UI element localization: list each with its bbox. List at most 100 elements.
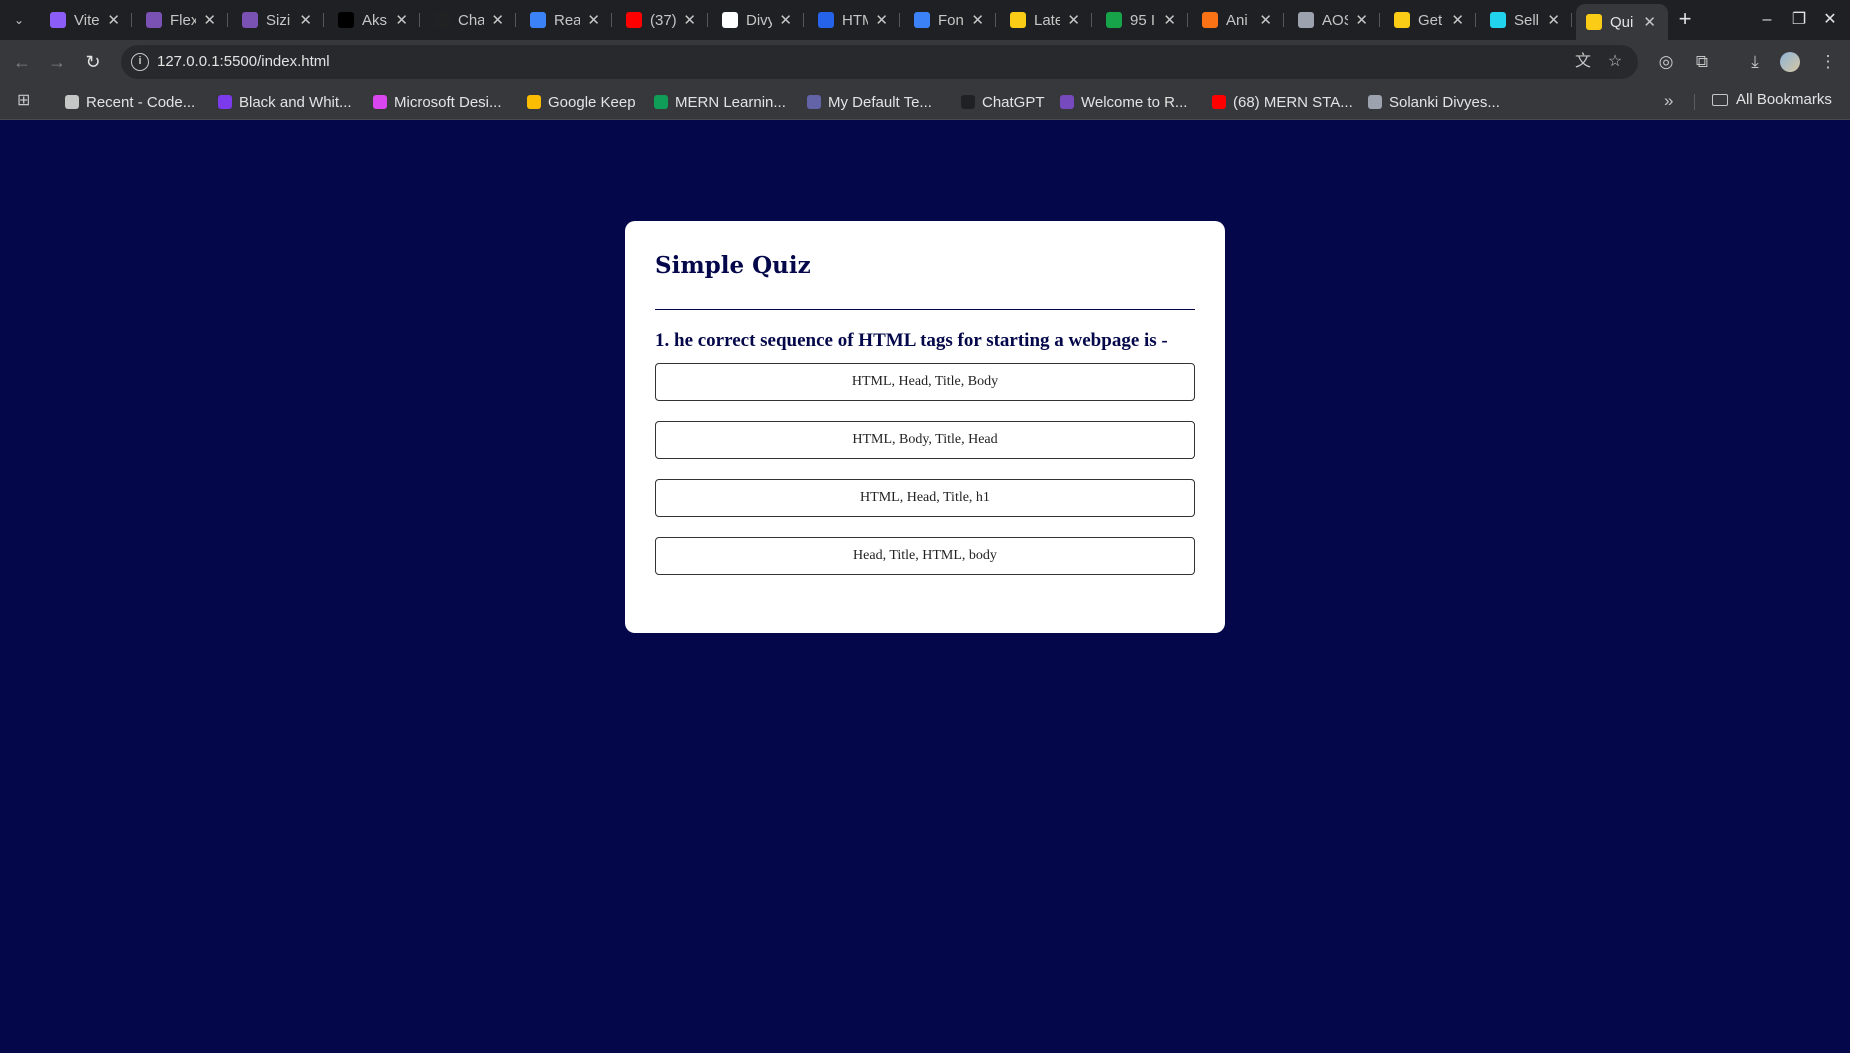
smiley-icon xyxy=(1394,12,1410,28)
browser-tab[interactable]: Sizi ✕ xyxy=(232,5,324,35)
tab-separator xyxy=(1091,13,1092,27)
close-tab-icon[interactable]: ✕ xyxy=(1355,11,1368,29)
browser-tab[interactable]: Ani ✕ xyxy=(1192,5,1284,35)
close-tab-icon[interactable]: ✕ xyxy=(1451,11,1464,29)
tab-separator xyxy=(1379,13,1380,27)
close-tab-icon[interactable]: ✕ xyxy=(779,11,792,29)
tab-title: Fon xyxy=(938,11,964,29)
browser-tab[interactable]: Aks ✕ xyxy=(328,5,420,35)
browser-tab[interactable]: Vite ✕ xyxy=(40,5,132,35)
vite-icon xyxy=(50,12,66,28)
tab-separator xyxy=(131,13,132,27)
answer-option[interactable]: HTML, Head, Title, Body xyxy=(655,363,1195,401)
address-bar[interactable]: i 127.0.0.1:5500/index.html 文 ☆ xyxy=(121,45,1638,79)
close-tab-icon[interactable]: ✕ xyxy=(203,11,216,29)
close-tab-icon[interactable]: ✕ xyxy=(1259,11,1272,29)
close-tab-icon[interactable]: ✕ xyxy=(395,11,408,29)
burst-icon xyxy=(1202,12,1218,28)
site-info-icon[interactable]: i xyxy=(131,53,149,71)
all-bookmarks-button[interactable]: All Bookmarks xyxy=(1712,91,1832,108)
minimize-icon[interactable]: – xyxy=(1755,8,1779,32)
teams-icon xyxy=(807,95,821,109)
extensions-puzzle-icon[interactable]: ⧉ xyxy=(1690,50,1714,74)
flag-icon xyxy=(914,12,930,28)
browser-tab[interactable]: HTM ✕ xyxy=(808,5,900,35)
answer-option[interactable]: Head, Title, HTML, body xyxy=(655,537,1195,575)
translate-icon[interactable]: 文 xyxy=(1573,52,1593,72)
canva-icon xyxy=(218,95,232,109)
globe-icon xyxy=(1298,12,1314,28)
close-tab-icon[interactable]: ✕ xyxy=(971,11,984,29)
restore-icon[interactable]: ❐ xyxy=(1787,8,1811,32)
bookmark-item[interactable]: Google Keep xyxy=(527,91,636,113)
close-window-icon[interactable]: ✕ xyxy=(1818,8,1842,32)
reload-button[interactable]: ↻ xyxy=(81,50,105,74)
bookmark-item[interactable]: Recent - Code... xyxy=(65,91,195,113)
chat-icon xyxy=(1010,12,1026,28)
tab-title: (37) xyxy=(650,11,676,29)
tab-title: Flex xyxy=(170,11,196,29)
designer-icon xyxy=(373,95,387,109)
close-tab-icon[interactable]: ✕ xyxy=(683,11,696,29)
close-tab-icon[interactable]: ✕ xyxy=(1163,11,1176,29)
close-tab-icon[interactable]: ✕ xyxy=(587,11,600,29)
tab-strip: ⌄ Vite ✕ Flex ✕ Sizi ✕ Aks ✕ Cha ✕ Rea ✕ (37) ✕ Divy ✕ H… xyxy=(0,0,1850,40)
tab-title: Rea xyxy=(554,11,580,29)
browser-tab[interactable]: Fon ✕ xyxy=(904,5,996,35)
bookmark-item[interactable]: Microsoft Desi... xyxy=(373,91,502,113)
bookmark-star-icon[interactable]: ☆ xyxy=(1605,52,1625,72)
answer-option[interactable]: HTML, Head, Title, h1 xyxy=(655,479,1195,517)
bookmark-item[interactable]: My Default Te... xyxy=(807,91,932,113)
close-tab-icon[interactable]: ✕ xyxy=(491,11,504,29)
apps-grid-icon[interactable]: ⊞ xyxy=(17,92,35,110)
close-tab-icon[interactable]: ✕ xyxy=(1067,11,1080,29)
phone-icon xyxy=(1490,12,1506,28)
url-text[interactable]: 127.0.0.1:5500/index.html xyxy=(157,53,330,70)
quiz-title: Simple Quiz xyxy=(655,252,811,279)
answer-option[interactable]: HTML, Body, Title, Head xyxy=(655,421,1195,459)
tab-separator xyxy=(227,13,228,27)
browser-tab[interactable]: AOS ✕ xyxy=(1288,5,1380,35)
browser-tab[interactable]: Get ✕ xyxy=(1384,5,1476,35)
close-tab-icon[interactable]: ✕ xyxy=(299,11,312,29)
close-tab-icon[interactable]: ✕ xyxy=(875,11,888,29)
new-tab-button[interactable]: + xyxy=(1673,8,1697,32)
menu-kebab-icon[interactable]: ⋮ xyxy=(1816,50,1840,74)
close-tab-icon[interactable]: ✕ xyxy=(1547,11,1560,29)
browser-tab[interactable]: Divy ✕ xyxy=(712,5,804,35)
all-bookmarks-label: All Bookmarks xyxy=(1736,91,1832,108)
tab-title: Sizi xyxy=(266,11,291,29)
extension-target-icon[interactable]: ◎ xyxy=(1654,50,1678,74)
bookmark-item[interactable]: Black and Whit... xyxy=(218,91,352,113)
tab-search-chevron-icon[interactable]: ⌄ xyxy=(6,8,32,32)
bookmark-item[interactable]: (68) MERN STA... xyxy=(1212,91,1353,113)
close-tab-icon[interactable]: ✕ xyxy=(107,11,120,29)
quiz-card: Simple Quiz 1. he correct sequence of HT… xyxy=(625,221,1225,633)
tab-separator xyxy=(419,13,420,27)
bookmark-item[interactable]: MERN Learnin... xyxy=(654,91,786,113)
tab-title: Get xyxy=(1418,11,1443,29)
bookmark-label: Recent - Code... xyxy=(86,93,196,111)
close-tab-icon[interactable]: ✕ xyxy=(1643,13,1656,31)
tab-title: Aks xyxy=(362,11,388,29)
browser-tab[interactable]: (37) ✕ xyxy=(616,5,708,35)
tab-title: Ani xyxy=(1226,11,1248,29)
browser-tab[interactable]: Late ✕ xyxy=(1000,5,1092,35)
download-icon[interactable]: ⤓ xyxy=(1743,50,1767,74)
browser-tab[interactable]: Rea ✕ xyxy=(520,5,612,35)
profile-avatar[interactable] xyxy=(1780,52,1800,72)
bookmark-item[interactable]: Welcome to R... xyxy=(1060,91,1187,113)
back-button[interactable]: ← xyxy=(10,50,34,74)
bookmark-item[interactable]: ChatGPT xyxy=(961,91,1045,113)
browser-tab[interactable]: Flex ✕ xyxy=(136,5,228,35)
tab-separator xyxy=(707,13,708,27)
quiz-icon xyxy=(1586,14,1602,30)
browser-tab[interactable]: Sell ✕ xyxy=(1480,5,1572,35)
globe-icon xyxy=(818,12,834,28)
browser-tab[interactable]: 95 I ✕ xyxy=(1096,5,1188,35)
bookmark-item[interactable]: Solanki Divyes... xyxy=(1368,91,1500,113)
more-bookmarks-icon[interactable]: » xyxy=(1664,91,1673,111)
browser-tab[interactable]: Cha ✕ xyxy=(424,5,516,35)
browser-tab[interactable]: Qui ✕ xyxy=(1576,4,1668,40)
forward-button[interactable]: → xyxy=(45,50,69,74)
